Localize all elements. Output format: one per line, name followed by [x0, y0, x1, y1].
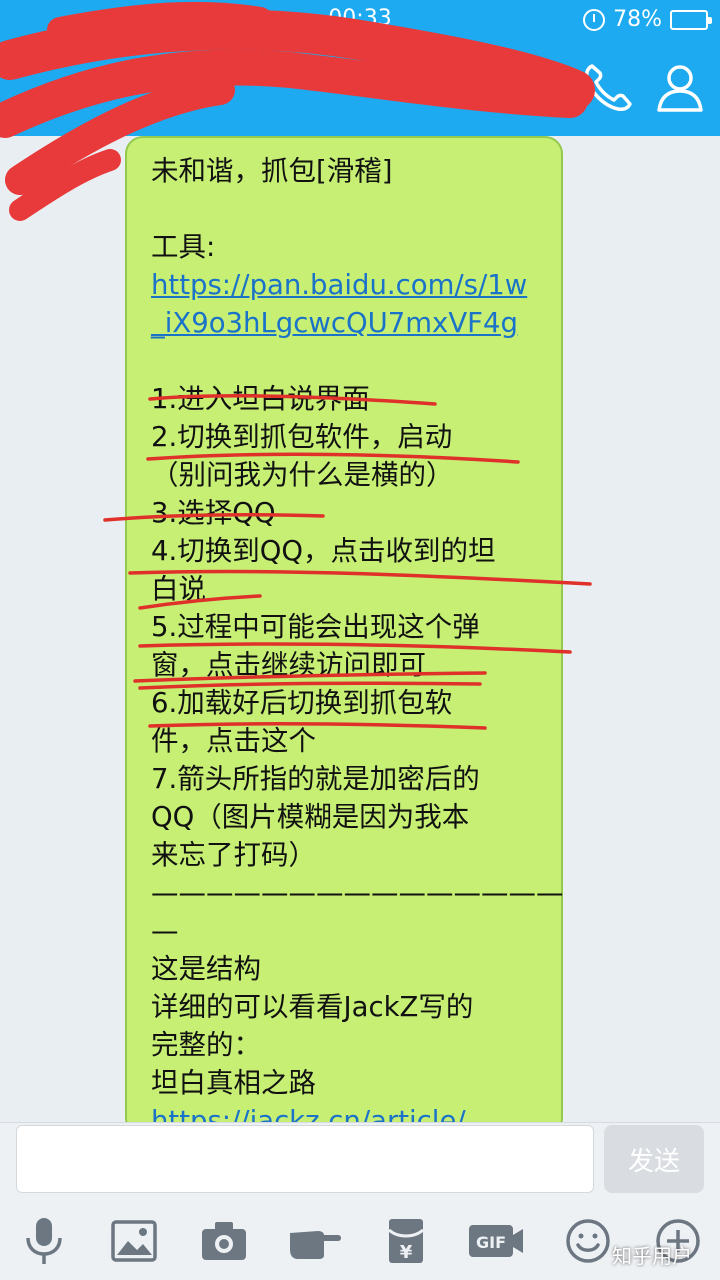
- message-bubble[interactable]: 未和谐，抓包[滑稽] 工具: https://pan.baidu.com/s/1w…: [125, 136, 564, 1122]
- person-icon[interactable]: [650, 58, 710, 118]
- message-line: QQ（图片模糊是因为我本: [151, 801, 470, 833]
- message-link[interactable]: https://jackz.cn/article/: [151, 1102, 551, 1122]
- red-packet-icon[interactable]: ¥: [378, 1213, 434, 1269]
- image-icon[interactable]: [106, 1213, 162, 1269]
- message-line: 6.加载好后切换到抓包软: [151, 687, 453, 719]
- svg-text:GIF: GIF: [476, 1233, 506, 1252]
- message-line: 2.切换到抓包软件，启动: [151, 421, 453, 453]
- chat-area[interactable]: 未和谐，抓包[滑稽] 工具: https://pan.baidu.com/s/1w…: [0, 136, 720, 1122]
- svg-text:¥: ¥: [400, 1242, 413, 1263]
- send-button[interactable]: 发送: [604, 1125, 704, 1193]
- message-line: （别问我为什么是横的）: [151, 459, 454, 491]
- message-line: 详细的可以看看JackZ写的: [151, 991, 474, 1023]
- message-line: 白说: [151, 573, 206, 605]
- emoji-icon[interactable]: [560, 1213, 616, 1269]
- poke-icon[interactable]: [288, 1213, 344, 1269]
- gif-icon[interactable]: GIF: [466, 1213, 526, 1269]
- message-line: 1.进入坦白说界面: [151, 383, 370, 415]
- message-line: 5.过程中可能会出现这个弹: [151, 611, 480, 643]
- microphone-icon[interactable]: [16, 1213, 72, 1269]
- message-line: 这是结构: [151, 953, 261, 985]
- status-bar: 00:33 78%: [0, 0, 720, 38]
- message-line: 7.箭头所指的就是加密后的: [151, 763, 480, 795]
- message-link[interactable]: _iX9o3hLgcwcQU7mxVF4g: [151, 304, 551, 342]
- message-line: ———————————————: [151, 877, 564, 909]
- message-text: 未和谐，抓包[滑稽] 工具: https://pan.baidu.com/s/1w…: [151, 152, 564, 1122]
- message-line: 3.选择QQ: [151, 497, 276, 529]
- message-line: 件，点击这个: [151, 725, 316, 757]
- battery-icon: [670, 9, 712, 30]
- battery-percent: 78%: [613, 7, 662, 32]
- message-line: 窗，点击继续访问即可: [151, 649, 426, 681]
- message-line: [151, 190, 551, 228]
- camera-icon[interactable]: [196, 1213, 252, 1269]
- alarm-icon: [583, 8, 606, 31]
- message-input[interactable]: [16, 1125, 594, 1193]
- chat-header: [0, 38, 720, 136]
- message-line: 来忘了打码）: [151, 839, 316, 871]
- message-line: 坦白真相之路: [151, 1067, 316, 1099]
- message-link[interactable]: https://pan.baidu.com/s/1w: [151, 266, 551, 304]
- message-line: 4.切换到QQ，点击收到的坦: [151, 535, 496, 567]
- message-line: [151, 342, 551, 380]
- message-line: 完整的：: [151, 1029, 261, 1061]
- watermark: 知乎用户: [612, 1244, 692, 1268]
- phone-icon[interactable]: [578, 58, 638, 118]
- message-line: 工具:: [151, 231, 216, 263]
- message-line: —: [151, 915, 179, 947]
- message-line: 未和谐，抓包[滑稽]: [151, 155, 393, 187]
- status-right: 78%: [583, 7, 712, 32]
